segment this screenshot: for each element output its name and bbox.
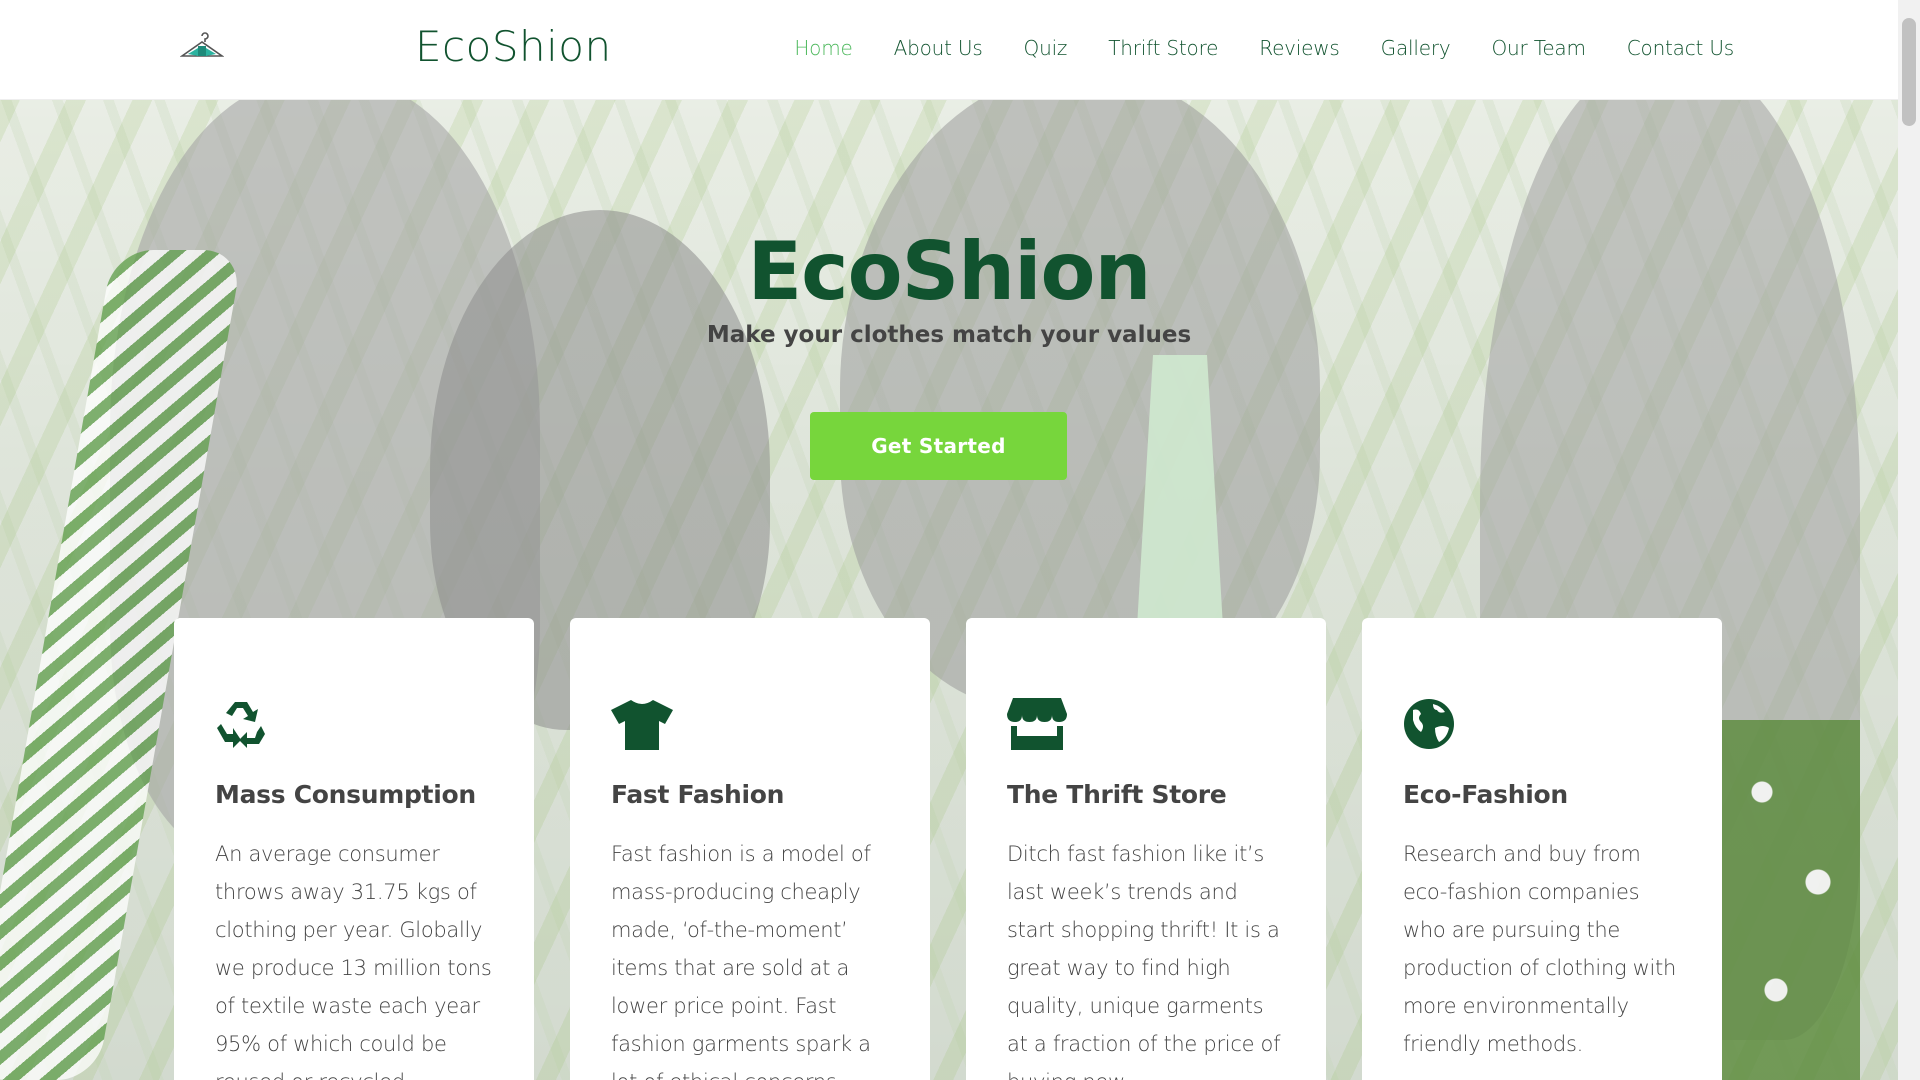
info-card: Eco-Fashion Research and buy from eco-fa… [1362,618,1722,1080]
hero-background-flowers [1720,720,1860,1080]
card-text: Fast fashion is a model of mass-producin… [611,842,871,1080]
card-text: An average consumer throws away 31.75 kg… [215,842,492,1080]
main-nav: Home About Us Quiz Thrift Store Reviews … [753,36,1734,60]
info-card: The Thrift Store Ditch fast fashion like… [966,618,1326,1080]
nav-about-us[interactable]: About Us [894,36,983,60]
nav-thrift-store[interactable]: Thrift Store [1108,36,1218,60]
card-title: Mass Consumption [215,780,476,809]
card-title: Fast Fashion [611,780,785,809]
card-text: Research and buy from eco-fashion compan… [1403,842,1677,1056]
nav-gallery[interactable]: Gallery [1381,36,1451,60]
scrollbar-thumb[interactable] [1902,18,1916,126]
site-header: EcoShion Home About Us Quiz Thrift Store… [0,0,1898,100]
nav-reviews[interactable]: Reviews [1259,36,1340,60]
info-card: Mass Consumption An average consumer thr… [174,618,534,1080]
recycle-icon [215,698,494,754]
info-card: Fast Fashion Fast fashion is a model of … [570,618,930,1080]
globe-icon [1403,698,1682,754]
nav-our-team[interactable]: Our Team [1492,36,1586,60]
hero-title: EcoShion [747,225,1152,318]
store-icon [1007,698,1286,754]
nav-contact-us[interactable]: Contact Us [1627,36,1734,60]
card-title: Eco-Fashion [1403,780,1568,809]
page-scrollbar[interactable] [1898,0,1920,1080]
card-title: The Thrift Store [1007,780,1227,809]
nav-home[interactable]: Home [794,36,852,60]
nav-quiz[interactable]: Quiz [1024,36,1068,60]
get-started-button[interactable]: Get Started [810,412,1067,480]
tshirt-icon [611,698,890,754]
hero-subtitle: Make your clothes match your values [706,322,1192,348]
card-text: Ditch fast fashion like it’s last week’s… [1007,842,1281,1080]
hanger-logo-icon[interactable] [180,32,224,64]
brand-name[interactable]: EcoShion [415,22,612,71]
